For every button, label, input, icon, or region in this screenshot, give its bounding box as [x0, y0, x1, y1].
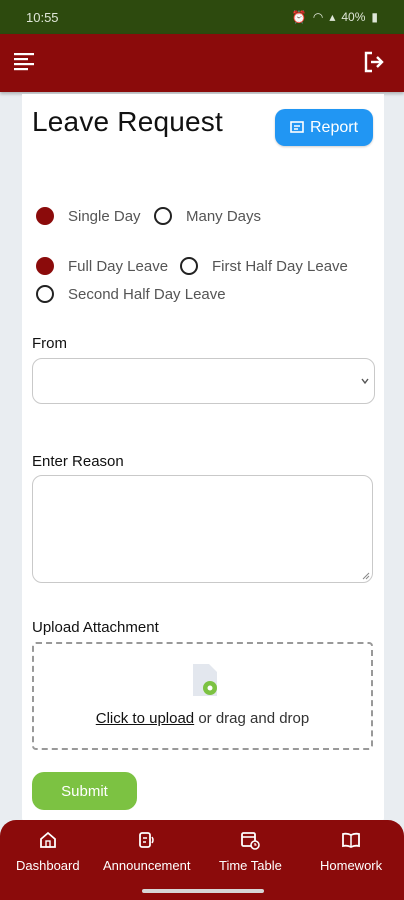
click-to-upload-link[interactable]: Click to upload	[96, 710, 194, 727]
nav-announcement[interactable]: Announcement	[103, 830, 190, 873]
timetable-icon	[241, 832, 261, 850]
bottom-nav: Dashboard Announcement Time Table Homewo…	[0, 820, 404, 900]
nav-time-table[interactable]: Time Table	[219, 830, 282, 873]
report-button[interactable]: Report	[275, 109, 373, 146]
report-label: Report	[309, 118, 359, 136]
radio-indicator	[36, 257, 54, 275]
announcement-icon	[138, 832, 154, 848]
radio-label: Second Half Day Leave	[68, 285, 226, 303]
app-bar	[0, 34, 404, 92]
resize-handle-icon[interactable]	[362, 572, 370, 580]
status-time: 10:55	[26, 9, 59, 25]
file-upload-icon	[193, 664, 217, 696]
wifi-icon: ◠	[312, 10, 324, 24]
menu-icon[interactable]	[14, 52, 34, 72]
alarm-icon: ⏰	[291, 10, 307, 24]
radio-second-half-day-leave[interactable]: Second Half Day Leave	[36, 285, 226, 303]
submit-button[interactable]: Submit	[32, 772, 137, 810]
from-select[interactable]	[32, 358, 375, 404]
radio-many-days[interactable]: Many Days	[154, 207, 261, 225]
radio-indicator	[180, 257, 198, 275]
status-bar: 10:55 ⏰ ◠ ▴ 40% ▮	[0, 0, 404, 34]
chevron-down-icon	[361, 378, 369, 385]
nav-label: Dashboard	[16, 858, 80, 873]
radio-first-half-day-leave[interactable]: First Half Day Leave	[180, 257, 348, 275]
book-icon	[342, 832, 360, 849]
battery-level: 40%	[341, 10, 366, 24]
signal-icon: ▴	[329, 10, 336, 24]
radio-full-day-leave[interactable]: Full Day Leave	[36, 257, 168, 275]
nav-label: Announcement	[103, 858, 191, 873]
upload-label: Upload Attachment	[32, 619, 159, 636]
nav-label: Time Table	[219, 858, 282, 873]
radio-single-day[interactable]: Single Day	[36, 207, 141, 225]
radio-indicator	[36, 207, 54, 225]
upload-dropzone[interactable]: Click to upload or drag and drop	[32, 642, 373, 750]
radio-indicator	[154, 207, 172, 225]
battery-icon: ▮	[371, 10, 378, 24]
radio-label: Full Day Leave	[68, 257, 169, 275]
nav-dashboard[interactable]: Dashboard	[16, 830, 80, 873]
home-icon	[39, 831, 56, 848]
upload-instructions: Click to upload or drag and drop	[34, 710, 371, 727]
upload-hint: or drag and drop	[194, 710, 310, 727]
nav-label: Homework	[320, 858, 383, 873]
radio-label: Single Day	[68, 207, 141, 225]
home-indicator[interactable]	[142, 889, 264, 893]
nav-homework[interactable]: Homework	[320, 830, 382, 873]
reason-textarea[interactable]	[32, 475, 373, 583]
from-label: From	[32, 335, 67, 352]
radio-label: First Half Day Leave	[212, 257, 348, 275]
status-icons: ⏰ ◠ ▴ 40% ▮	[292, 10, 378, 24]
radio-label: Many Days	[186, 207, 262, 225]
reason-label: Enter Reason	[32, 453, 124, 470]
page-title: Leave Request	[32, 106, 223, 137]
radio-indicator	[36, 285, 54, 303]
report-icon	[290, 120, 304, 133]
logout-icon[interactable]	[362, 50, 386, 74]
